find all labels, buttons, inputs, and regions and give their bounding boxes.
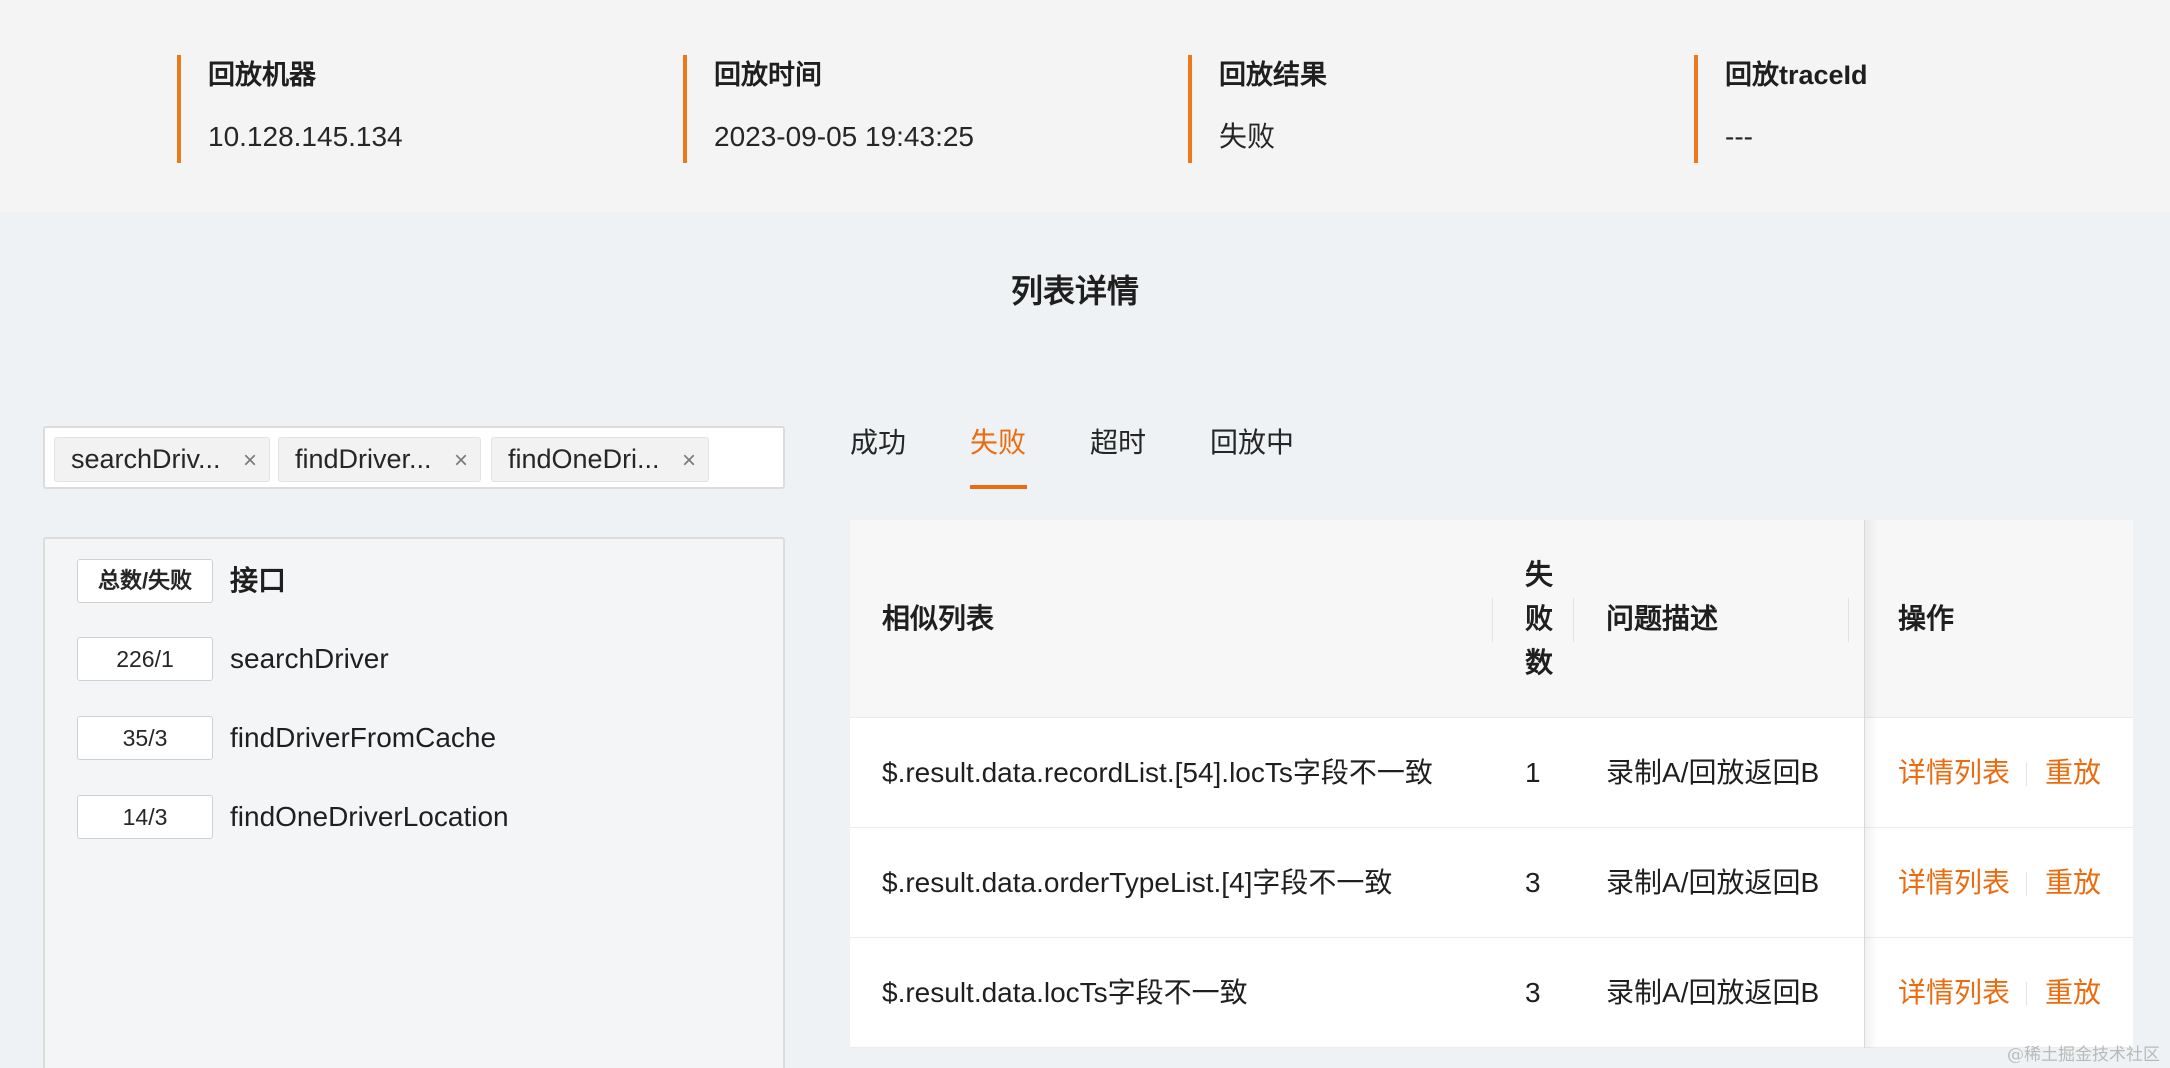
replay-link[interactable]: 重放 [2045, 971, 2101, 1015]
info-machine-label: 回放机器 [208, 60, 316, 90]
active-tab-indicator [970, 485, 1027, 489]
table-row: $.result.data.recordList.[54].locTs字段不一致… [850, 718, 2133, 828]
similar-cell: $.result.data.recordList.[54].locTs字段不一致 [882, 757, 1433, 788]
close-icon[interactable]: × [454, 439, 468, 482]
info-result-label: 回放结果 [1219, 60, 1327, 90]
col-header-fail-count-2: 败 [1525, 603, 1554, 634]
filter-tag[interactable]: findDriver... × [278, 437, 481, 482]
column-divider [1492, 598, 1493, 642]
action-divider [2026, 762, 2027, 786]
info-time-label: 回放时间 [714, 60, 822, 90]
tab-replaying[interactable]: 回放中 [1210, 420, 1294, 466]
info-result: 回放结果 失败 [1188, 55, 1668, 163]
watermark: @稀土掘金技术社区 [2007, 1045, 2160, 1065]
info-machine: 回放机器 10.128.145.134 [177, 55, 657, 163]
info-traceid-value: --- [1725, 121, 1753, 152]
interface-item-findonedriverlocation[interactable]: findOneDriverLocation [230, 795, 509, 839]
filter-tag[interactable]: findOneDri... × [491, 437, 709, 482]
info-time-value: 2023-09-05 19:43:25 [714, 121, 974, 152]
replay-info-strip: 回放机器 10.128.145.134 回放时间 2023-09-05 19:4… [0, 0, 2170, 212]
detail-list-link[interactable]: 详情列表 [1898, 861, 2010, 905]
interface-count-badge: 226/1 [77, 637, 213, 681]
info-time: 回放时间 2023-09-05 19:43:25 [683, 55, 1163, 163]
tab-timeout[interactable]: 超时 [1090, 420, 1146, 466]
col-header-desc: 问题描述 [1606, 603, 1719, 634]
replay-link[interactable]: 重放 [2045, 751, 2101, 795]
info-traceid: 回放traceId --- [1694, 55, 2170, 163]
filter-tag-label: findOneDri... [508, 444, 660, 474]
similar-cell: $.result.data.locTs字段不一致 [882, 977, 1248, 1008]
failure-table: 相似列表 失 败 数 问题描述 操作 $.result.data.recordL… [850, 520, 2133, 1048]
info-traceid-label: 回放traceId [1725, 60, 1868, 90]
fixed-column-shadow [1864, 520, 1878, 1048]
tab-success[interactable]: 成功 [850, 420, 906, 466]
interface-header: 接口 [230, 565, 287, 596]
action-divider [2026, 982, 2027, 1006]
col-header-fail-count-1: 失 [1525, 559, 1554, 590]
table-header: 相似列表 失 败 数 问题描述 操作 [850, 520, 2133, 718]
filter-tag-label: findDriver... [295, 444, 432, 474]
interface-list-panel: 总数/失败 接口 226/1 searchDriver 35/3 findDri… [43, 537, 785, 1068]
detail-list-link[interactable]: 详情列表 [1898, 751, 2010, 795]
filter-tag-label: searchDriv... [71, 444, 221, 474]
interface-count-badge: 14/3 [77, 795, 213, 839]
replay-link[interactable]: 重放 [2045, 861, 2101, 905]
col-header-ops: 操作 [1898, 603, 1955, 634]
tab-failed[interactable]: 失败 [970, 420, 1026, 466]
info-result-value: 失败 [1219, 121, 1276, 152]
close-icon[interactable]: × [682, 439, 696, 482]
interface-filter-select[interactable]: searchDriv... × findDriver... × findOneD… [43, 426, 785, 489]
desc-cell: 录制A/回放返回B [1606, 977, 1820, 1008]
fail-count-cell: 1 [1525, 757, 1541, 788]
col-header-similar: 相似列表 [882, 603, 995, 634]
info-machine-value: 10.128.145.134 [208, 121, 403, 152]
close-icon[interactable]: × [243, 439, 257, 482]
table-row: $.result.data.locTs字段不一致 3 录制A/回放返回B 详情列… [850, 938, 2133, 1048]
column-divider [1848, 598, 1849, 642]
column-divider [1573, 598, 1574, 642]
col-header-fail-count-3: 数 [1525, 647, 1554, 678]
interface-item-finddriverfromcache[interactable]: findDriverFromCache [230, 716, 496, 760]
interface-count-badge: 35/3 [77, 716, 213, 760]
count-header: 总数/失败 [77, 559, 213, 603]
table-row: $.result.data.orderTypeList.[4]字段不一致 3 录… [850, 828, 2133, 938]
fail-count-cell: 3 [1525, 867, 1541, 898]
detail-list-link[interactable]: 详情列表 [1898, 971, 2010, 1015]
replay-detail-page: 回放机器 10.128.145.134 回放时间 2023-09-05 19:4… [0, 0, 2170, 1068]
filter-tag[interactable]: searchDriv... × [54, 437, 270, 482]
fail-count-cell: 3 [1525, 977, 1541, 1008]
similar-cell: $.result.data.orderTypeList.[4]字段不一致 [882, 867, 1393, 898]
section-title: 列表详情 [1010, 273, 1139, 309]
desc-cell: 录制A/回放返回B [1606, 757, 1820, 788]
interface-item-searchdriver[interactable]: searchDriver [230, 637, 389, 681]
action-divider [2026, 872, 2027, 896]
desc-cell: 录制A/回放返回B [1606, 867, 1820, 898]
